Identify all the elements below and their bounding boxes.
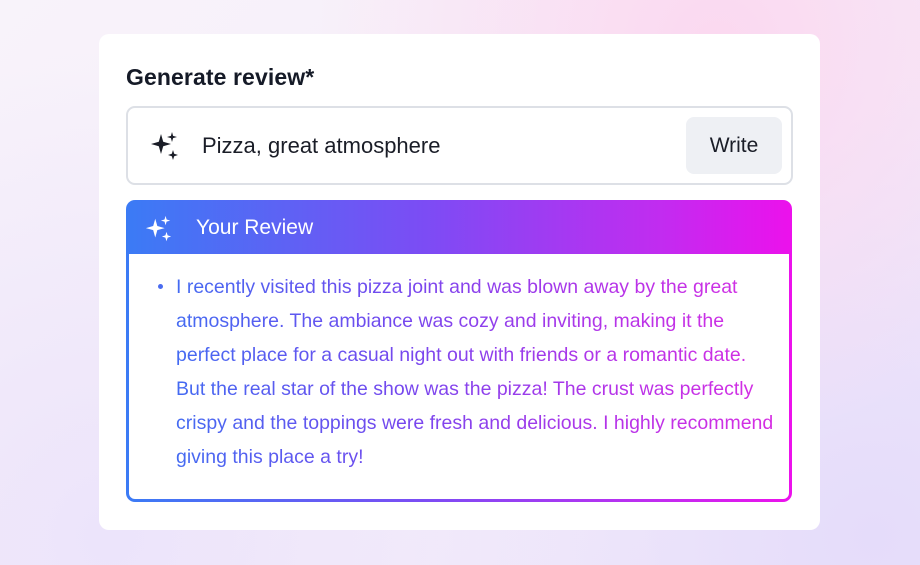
review-list: I recently visited this pizza joint and … [154,270,774,474]
form-title: Generate review* [126,64,315,90]
review-text: I recently visited this pizza joint and … [176,276,774,468]
review-generator-card: Generate review* Write Your Review [99,34,820,530]
bullet-icon [158,284,163,289]
review-panel: Your Review I recently visited this pizz… [126,200,792,502]
sparkle-icon [149,130,181,162]
review-body: I recently visited this pizza joint and … [129,254,789,499]
write-button[interactable]: Write [686,117,782,174]
review-header: Your Review [129,203,789,254]
sparkle-icon [144,214,174,244]
prompt-input[interactable] [202,108,672,183]
review-title: Your Review [196,216,314,239]
list-item: I recently visited this pizza joint and … [154,270,774,474]
prompt-input-box: Write [126,106,793,185]
